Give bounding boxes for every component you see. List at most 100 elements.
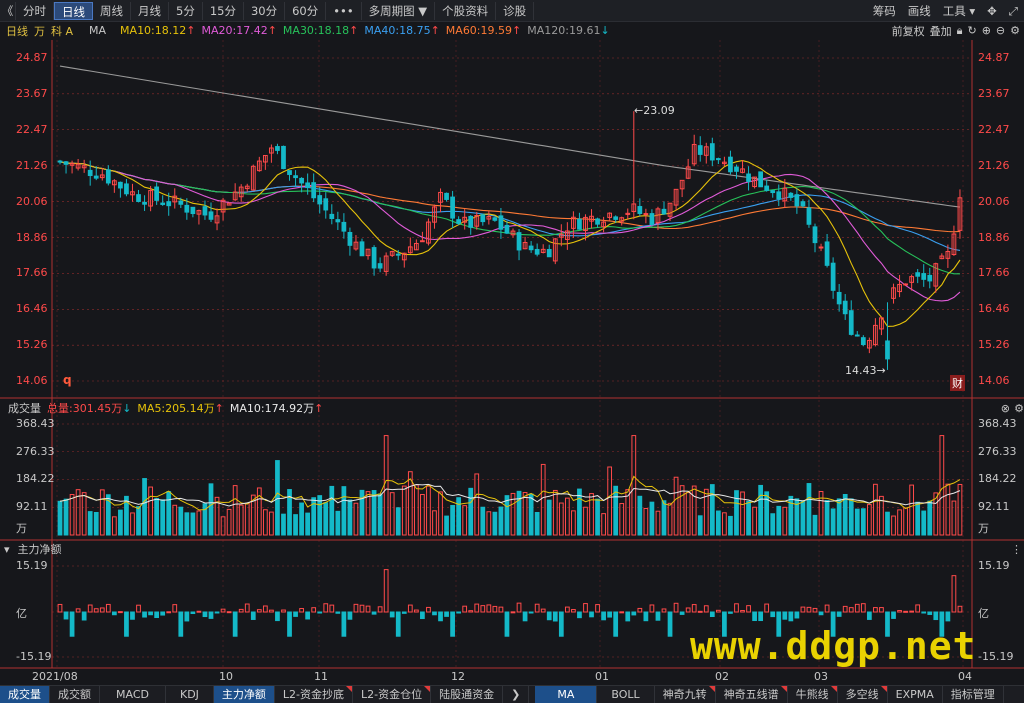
- moneyflow-bar: [685, 607, 691, 613]
- moneyflow-bar: [625, 611, 631, 622]
- candle-body: [160, 202, 166, 205]
- price-tick-label: 21.26: [16, 158, 48, 172]
- tab-ma[interactable]: MA: [535, 686, 598, 703]
- tab-l2-bottom[interactable]: L2-资金抄底: [275, 686, 354, 703]
- candle-body: [190, 206, 196, 215]
- volume-bar: [293, 514, 298, 536]
- chevron-down-icon[interactable]: ▾: [4, 543, 10, 556]
- moneyflow-bar: [564, 606, 570, 613]
- volume-bar: [450, 505, 455, 536]
- volume-bar: [921, 510, 927, 536]
- volume-bar: [879, 495, 884, 536]
- moneyflow-bar: [903, 610, 908, 613]
- volume-bar: [269, 511, 274, 536]
- volume-bar: [383, 435, 389, 536]
- tab-boll[interactable]: BOLL: [597, 686, 655, 703]
- candle-body: [836, 291, 842, 305]
- volume-bar: [667, 502, 673, 536]
- volume-bar: [806, 483, 812, 536]
- volume-bar: [420, 493, 425, 536]
- candle-body: [516, 232, 522, 251]
- moneyflow-bar: [897, 610, 902, 613]
- moneyflow-bar: [262, 605, 268, 613]
- tab-magic-nine[interactable]: 神奇九转: [655, 686, 716, 703]
- moneyflow-bar: [383, 569, 389, 613]
- moneyflow-bar: [118, 611, 123, 614]
- moneyflow-bar: [915, 604, 921, 613]
- candle-body: [528, 245, 534, 251]
- moneyflow-label[interactable]: 主力净额: [18, 541, 62, 557]
- volume-bar: [909, 484, 915, 536]
- moneyflow-bar: [492, 605, 498, 613]
- moneyflow-bar: [178, 611, 184, 637]
- moneyflow-bar: [323, 603, 329, 613]
- tab-magic-five[interactable]: 神奇五线谱: [716, 686, 788, 703]
- finance-badge[interactable]: 财: [950, 375, 965, 391]
- moneyflow-bar: [341, 611, 347, 637]
- volume-bar: [546, 499, 552, 536]
- moneyflow-bar: [462, 605, 468, 613]
- volume-bar: [323, 502, 329, 536]
- volume-bar: [432, 510, 437, 536]
- tab-expma[interactable]: EXPMA: [888, 686, 943, 703]
- moneyflow-bar: [99, 607, 105, 613]
- volume-bar: [130, 512, 135, 536]
- candle-body: [643, 213, 649, 216]
- candle-body: [275, 146, 280, 151]
- moneyflow-bar: [438, 611, 443, 622]
- moneyflow-bar: [715, 609, 721, 613]
- volume-bar: [305, 512, 311, 536]
- moneyflow-bar: [93, 608, 99, 613]
- volume-tick-label: 184.22: [16, 472, 55, 486]
- moneyflow-bar: [873, 607, 878, 613]
- volume-bar: [154, 498, 160, 536]
- gear-icon[interactable]: ⚙: [1014, 402, 1024, 415]
- moneyflow-bar: [552, 611, 558, 622]
- moneyflow-bar: [661, 608, 667, 613]
- tab-northbound[interactable]: 陆股通资金: [431, 686, 504, 703]
- candle-body: [921, 273, 927, 280]
- tab-macd[interactable]: MACD: [100, 686, 166, 703]
- moneyflow-bar: [311, 607, 317, 613]
- candle-body: [746, 173, 751, 182]
- volume-bar: [148, 486, 153, 536]
- high-annotation: ←23.09: [634, 104, 675, 117]
- tab-l2-position[interactable]: L2-资金仓位: [353, 686, 432, 703]
- candle-body: [371, 247, 377, 269]
- close-icon[interactable]: ⊗: [1001, 402, 1010, 415]
- candle-body: [287, 170, 292, 175]
- volume-bar: [468, 487, 474, 536]
- q-marker[interactable]: q: [63, 373, 72, 387]
- tabs-next-icon[interactable]: ❯: [503, 686, 530, 703]
- candle-body: [577, 218, 582, 230]
- tab-indicator-manage[interactable]: 指标管理: [943, 686, 1004, 703]
- candle-body: [293, 175, 298, 179]
- volume-bar: [462, 505, 468, 536]
- tab-bull-bear[interactable]: 牛熊线: [788, 686, 838, 703]
- kline-chart[interactable]: [0, 0, 1024, 703]
- moneyflow-bar: [498, 606, 504, 613]
- volume-label[interactable]: 成交量: [8, 400, 41, 416]
- volume-tick-label: 万: [16, 522, 27, 535]
- volume-bar: [613, 485, 619, 536]
- tab-main-net[interactable]: 主力净额: [213, 686, 275, 703]
- moneyflow-bar: [148, 611, 153, 616]
- volume-bar: [69, 493, 75, 536]
- tab-kdj[interactable]: KDJ: [166, 686, 214, 703]
- more-icon[interactable]: ⋮: [1011, 543, 1022, 556]
- price-tick-label: 16.46: [16, 302, 48, 316]
- volume-bar: [474, 473, 480, 536]
- volume-bar: [444, 515, 449, 536]
- moneyflow-bar: [764, 603, 770, 613]
- tab-long-short[interactable]: 多空线: [838, 686, 888, 703]
- date-label: 12: [451, 670, 465, 683]
- price-tick-label: 22.47: [978, 122, 1010, 136]
- moneyflow-bar: [214, 611, 220, 614]
- price-tick-label: 15.26: [16, 338, 48, 352]
- volume-bar: [498, 506, 504, 536]
- tab-volume[interactable]: 成交量: [0, 686, 50, 703]
- moneyflow-bar: [450, 611, 455, 637]
- volume-bar: [190, 512, 196, 536]
- tab-turnover[interactable]: 成交额: [50, 686, 100, 703]
- ma40-line: [59, 161, 961, 251]
